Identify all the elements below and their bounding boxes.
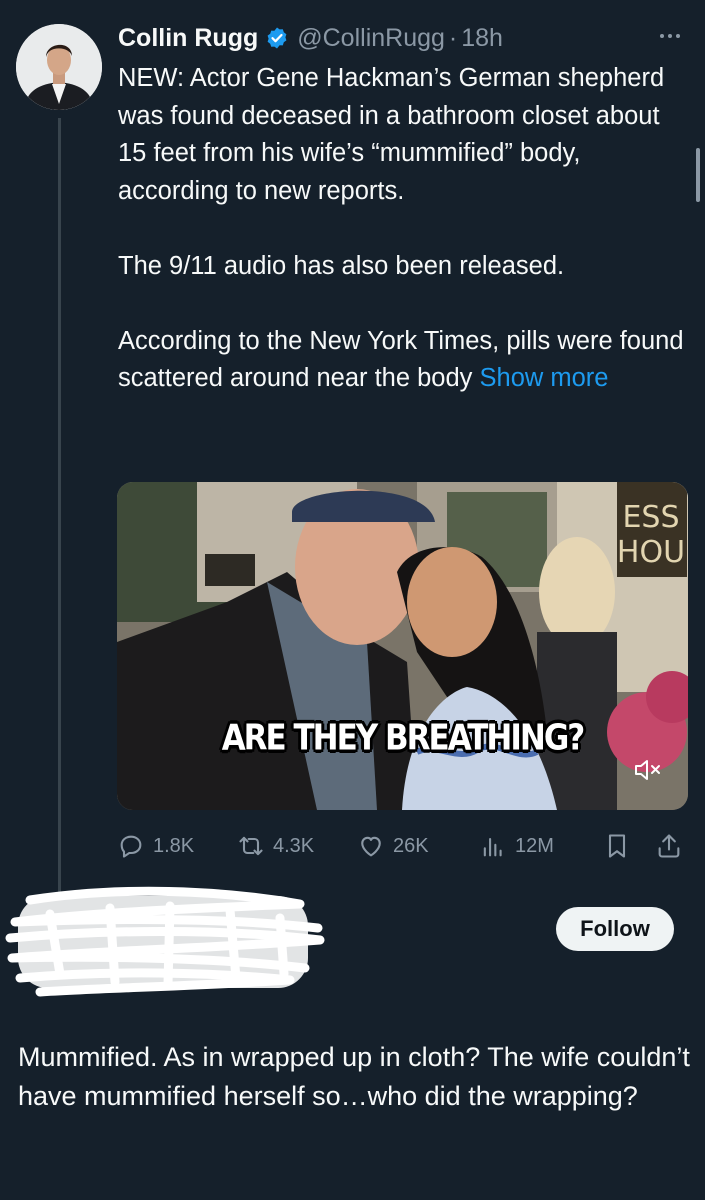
tweet-paragraph: According to the New York Times, pills w… xyxy=(118,323,693,398)
views-count: 12M xyxy=(515,834,554,857)
svg-text:HOU: HOU xyxy=(617,535,685,570)
tweet-text: NEW: Actor Gene Hackman’s German shepher… xyxy=(118,60,693,398)
reply-icon xyxy=(120,835,142,858)
redaction-scribble xyxy=(5,886,325,997)
repost-count: 4.3K xyxy=(273,834,315,857)
video-frame: ESS HOU xyxy=(117,482,688,810)
thread-line xyxy=(58,118,61,898)
show-more-link[interactable]: Show more xyxy=(480,364,609,392)
tweet-paragraph: The 9/11 audio has also been released. xyxy=(118,251,565,280)
tweet-actions: 1.8K 4.3K 26K 12M xyxy=(117,826,688,866)
repost-button[interactable]: 4.3K xyxy=(237,826,314,866)
like-icon xyxy=(361,836,381,857)
mute-icon[interactable] xyxy=(633,757,663,783)
reply-button[interactable]: 1.8K xyxy=(117,826,194,866)
bookmark-button[interactable] xyxy=(603,826,639,866)
scrollbar[interactable] xyxy=(696,148,700,202)
like-count: 26K xyxy=(393,834,429,857)
views-icon xyxy=(483,837,502,857)
verified-badge-icon xyxy=(267,27,287,49)
like-button[interactable]: 26K xyxy=(357,826,429,866)
tweet-header: Collin Rugg @CollinRugg · 18h xyxy=(118,20,503,56)
sign-text: ESS xyxy=(622,500,679,535)
tweet-video[interactable]: ESS HOU ARE THEY BREATHING? xyxy=(117,482,688,810)
more-icon[interactable] xyxy=(660,26,690,46)
bookmark-icon xyxy=(608,834,626,858)
reply-text: Mummified. As in wrapped up in cloth? Th… xyxy=(18,1042,690,1111)
video-caption: ARE THEY BREATHING? xyxy=(221,717,586,759)
follow-button[interactable]: Follow xyxy=(556,907,674,951)
share-icon xyxy=(658,834,680,858)
author-handle[interactable]: @CollinRugg xyxy=(297,24,445,53)
author-name[interactable]: Collin Rugg xyxy=(118,24,258,53)
timestamp[interactable]: 18h xyxy=(461,24,503,53)
avatar[interactable] xyxy=(16,24,102,110)
share-button[interactable] xyxy=(655,826,691,866)
tweet-paragraph: NEW: Actor Gene Hackman’s German shepher… xyxy=(118,64,665,205)
repost-icon xyxy=(239,836,263,856)
reply-count: 1.8K xyxy=(153,834,195,857)
views-button[interactable]: 12M xyxy=(479,826,554,866)
dot-separator: · xyxy=(448,23,458,52)
